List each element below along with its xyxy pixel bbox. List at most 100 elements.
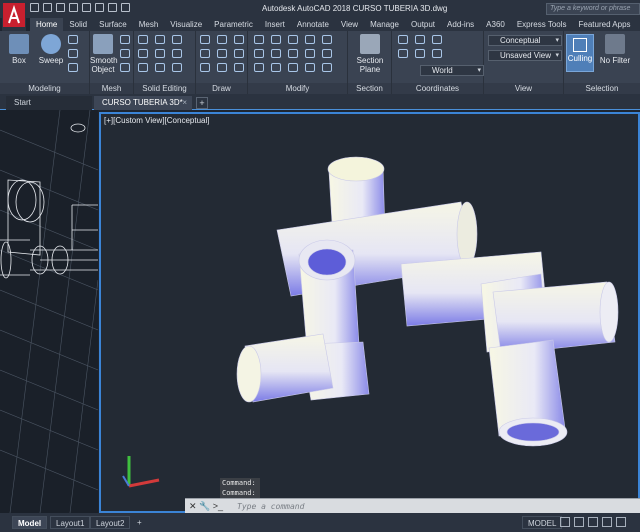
polar-icon[interactable] bbox=[602, 517, 612, 527]
tab-mesh[interactable]: Mesh bbox=[133, 18, 165, 31]
ucs-world-icon[interactable] bbox=[415, 35, 425, 44]
command-line-controls[interactable]: ✕ 🔧 >_ bbox=[189, 501, 223, 512]
erase-icon[interactable] bbox=[322, 49, 332, 58]
rectangle-icon[interactable] bbox=[217, 49, 227, 58]
arc-icon[interactable] bbox=[217, 35, 227, 44]
3d-align-icon[interactable] bbox=[288, 63, 298, 72]
slice-icon[interactable] bbox=[138, 49, 148, 58]
spline-icon[interactable] bbox=[234, 63, 244, 72]
polygon-icon[interactable] bbox=[200, 63, 210, 72]
tab-featured-apps[interactable]: Featured Apps bbox=[573, 18, 637, 31]
intersect-icon[interactable] bbox=[172, 35, 182, 44]
revolve-icon[interactable] bbox=[68, 49, 78, 58]
command-line[interactable]: ✕ 🔧 >_ Type a command bbox=[185, 498, 640, 513]
tab-manage[interactable]: Manage bbox=[364, 18, 405, 31]
save-as-icon[interactable] bbox=[69, 3, 78, 12]
ortho-icon[interactable] bbox=[588, 517, 598, 527]
polyline-icon[interactable] bbox=[200, 49, 210, 58]
snap-icon[interactable] bbox=[574, 517, 584, 527]
box-button[interactable]: Box bbox=[6, 34, 32, 65]
tab-surface[interactable]: Surface bbox=[93, 18, 133, 31]
sweep-button[interactable]: Sweep bbox=[36, 34, 66, 65]
tab-model[interactable]: Model bbox=[12, 516, 48, 529]
redo-icon[interactable] bbox=[121, 3, 130, 12]
visual-style-dropdown[interactable]: Conceptual bbox=[488, 35, 562, 46]
print-icon[interactable] bbox=[95, 3, 104, 12]
undo-icon[interactable] bbox=[108, 3, 117, 12]
3d-rotate-icon[interactable] bbox=[271, 63, 281, 72]
tab-a360[interactable]: A360 bbox=[480, 18, 511, 31]
mirror-icon[interactable] bbox=[322, 35, 332, 44]
separate-icon[interactable] bbox=[172, 63, 182, 72]
culling-button[interactable]: Culling bbox=[566, 34, 594, 72]
fillet-edge-icon[interactable] bbox=[155, 63, 165, 72]
section-plane-button[interactable]: Section Plane bbox=[354, 34, 386, 74]
fillet-icon[interactable] bbox=[254, 49, 264, 58]
thicken-icon[interactable] bbox=[155, 49, 165, 58]
left-viewport[interactable] bbox=[0, 110, 98, 513]
smooth-less-icon[interactable] bbox=[120, 49, 130, 58]
add-layout-button[interactable]: + bbox=[132, 516, 147, 529]
tab-start[interactable]: Start bbox=[6, 96, 92, 110]
loft-icon[interactable] bbox=[68, 63, 78, 72]
tab-output[interactable]: Output bbox=[405, 18, 441, 31]
main-viewport[interactable]: [+][Custom View][Conceptual] bbox=[99, 112, 640, 513]
trim-icon[interactable] bbox=[288, 35, 298, 44]
3d-array-icon[interactable] bbox=[322, 63, 332, 72]
close-tab-icon[interactable]: × bbox=[182, 96, 187, 110]
tab-solid[interactable]: Solid bbox=[63, 18, 93, 31]
osnap-icon[interactable] bbox=[616, 517, 626, 527]
union-icon[interactable] bbox=[138, 35, 148, 44]
ucs-object-icon[interactable] bbox=[415, 49, 425, 58]
circle-icon[interactable] bbox=[234, 35, 244, 44]
box-icon bbox=[9, 34, 29, 54]
3d-mirror-icon[interactable] bbox=[305, 63, 315, 72]
search-input[interactable]: Type a keyword or phrase bbox=[546, 3, 640, 15]
interfere-icon[interactable] bbox=[172, 49, 182, 58]
tab-home[interactable]: Home bbox=[30, 18, 64, 31]
ucs-view-icon[interactable] bbox=[432, 49, 442, 58]
web-mobile-icon[interactable] bbox=[82, 3, 91, 12]
array-icon[interactable] bbox=[305, 49, 315, 58]
tab-curso-tuberia[interactable]: CURSO TUBERIA 3D* × bbox=[94, 96, 192, 110]
grid-icon[interactable] bbox=[560, 517, 570, 527]
smooth-more-icon[interactable] bbox=[120, 35, 130, 44]
command-input[interactable]: Type a command bbox=[237, 502, 304, 511]
ellipse-icon[interactable] bbox=[217, 63, 227, 72]
open-icon[interactable] bbox=[43, 3, 52, 12]
scale-icon[interactable] bbox=[288, 49, 298, 58]
copy-icon[interactable] bbox=[305, 35, 315, 44]
tab-parametric[interactable]: Parametric bbox=[208, 18, 259, 31]
move-icon[interactable] bbox=[254, 35, 264, 44]
ucs-dropdown[interactable]: World bbox=[420, 65, 484, 76]
application-menu-button[interactable] bbox=[2, 1, 26, 31]
line-icon[interactable] bbox=[200, 35, 210, 44]
tab-visualize[interactable]: Visualize bbox=[164, 18, 208, 31]
tab-layout2[interactable]: Layout2 bbox=[90, 516, 131, 529]
hatch-icon[interactable] bbox=[234, 49, 244, 58]
smooth-object-button[interactable]: Smooth Object bbox=[90, 34, 118, 74]
rotate-icon[interactable] bbox=[271, 35, 281, 44]
ucs-face-icon[interactable] bbox=[398, 49, 408, 58]
ucs-previous-icon[interactable] bbox=[432, 35, 442, 44]
tab-annotate[interactable]: Annotate bbox=[291, 18, 335, 31]
named-view-dropdown[interactable]: Unsaved View bbox=[488, 50, 562, 61]
tab-add-ins[interactable]: Add-ins bbox=[441, 18, 480, 31]
subtract-icon[interactable] bbox=[155, 35, 165, 44]
refine-mesh-icon[interactable] bbox=[120, 63, 130, 72]
no-filter-button[interactable]: No Filter bbox=[598, 34, 632, 65]
extract-edges-icon[interactable] bbox=[138, 63, 148, 72]
tab-insert[interactable]: Insert bbox=[259, 18, 291, 31]
model-space-button[interactable]: MODEL bbox=[522, 516, 563, 529]
box-label: Box bbox=[12, 56, 26, 65]
3d-move-icon[interactable] bbox=[254, 63, 264, 72]
tab-view[interactable]: View bbox=[335, 18, 364, 31]
save-icon[interactable] bbox=[56, 3, 65, 12]
new-icon[interactable] bbox=[30, 3, 39, 12]
tab-layout1[interactable]: Layout1 bbox=[50, 516, 91, 529]
ucs-icon[interactable] bbox=[398, 35, 408, 44]
tab-express-tools[interactable]: Express Tools bbox=[511, 18, 573, 31]
new-tab-button[interactable]: + bbox=[196, 97, 208, 109]
stretch-icon[interactable] bbox=[271, 49, 281, 58]
extrude-icon[interactable] bbox=[68, 35, 78, 44]
